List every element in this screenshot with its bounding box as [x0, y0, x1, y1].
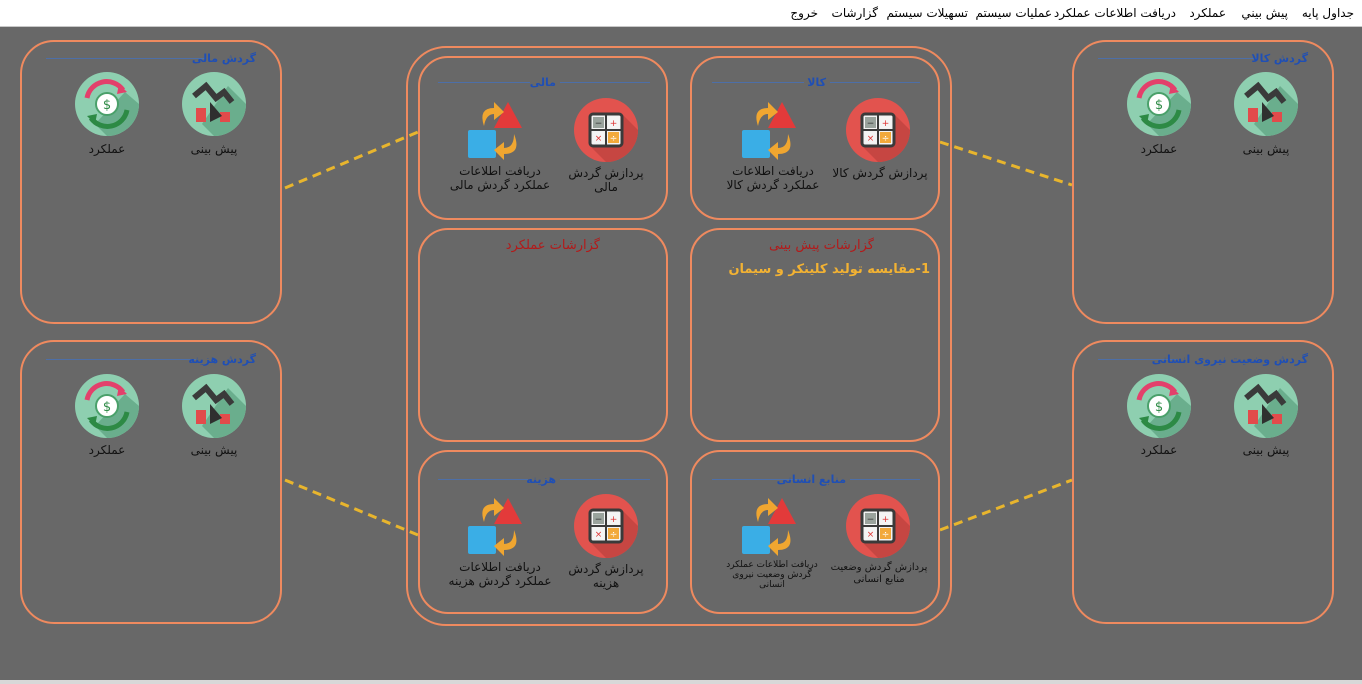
title-divider	[830, 82, 920, 83]
panel-title: کالا	[807, 76, 826, 89]
title-divider	[1098, 58, 1258, 59]
status-strip	[0, 680, 1362, 684]
calculator-icon[interactable]	[574, 98, 638, 162]
performance-icon[interactable]	[1127, 72, 1191, 136]
forecast-label[interactable]: پیش بینی	[164, 443, 264, 457]
title-divider	[560, 82, 650, 83]
receive-manpower-label[interactable]: دریافت اطلاعات عملکرد گردش وضعیت نیروی ا…	[722, 560, 822, 590]
forecast-icon[interactable]	[1234, 374, 1298, 438]
panel-title: گردش مالی	[191, 52, 256, 65]
title-divider	[712, 82, 804, 83]
title-divider	[438, 82, 530, 83]
performance-label[interactable]: عملکرد	[1109, 443, 1209, 457]
panel-title: گردش هزینه	[188, 353, 256, 366]
calculator-icon[interactable]	[574, 494, 638, 558]
receive-cost-label[interactable]: دریافت اطلاعات عملکرد گردش هزینه	[440, 560, 560, 588]
calculator-icon[interactable]	[846, 494, 910, 558]
title-divider	[46, 58, 206, 59]
forecast-label[interactable]: پیش بینی	[164, 142, 264, 156]
receive-financial-label[interactable]: دریافت اطلاعات عملکرد گردش مالی	[440, 164, 560, 192]
process-goods-label[interactable]: پردازش گردش کالا	[828, 166, 932, 180]
performance-reports-panel	[418, 228, 668, 442]
calculator-icon[interactable]	[846, 98, 910, 162]
receive-data-icon[interactable]	[738, 98, 808, 162]
forecast-icon[interactable]	[182, 374, 246, 438]
process-manpower-label[interactable]: پردازش گردش وضعیت منابع انسانی	[826, 562, 932, 586]
performance-label[interactable]: عملکرد	[57, 443, 157, 457]
process-financial-label[interactable]: پردازش گردش مالی	[556, 166, 656, 194]
forecast-reports-title: گزارشات پیش بینی	[768, 238, 874, 253]
receive-data-icon[interactable]	[464, 494, 534, 558]
connector-cost	[284, 478, 419, 537]
forecast-label[interactable]: پیش بینی	[1216, 142, 1316, 156]
panel-title: هزینه	[526, 473, 556, 486]
title-divider	[438, 479, 528, 480]
report-link-clinker-cement[interactable]: 1-مقایسه تولید کلینکر و سیمان	[728, 262, 930, 277]
title-divider	[46, 359, 196, 360]
connector-goods	[939, 140, 1073, 187]
receive-data-icon[interactable]	[738, 494, 808, 558]
title-divider	[850, 479, 920, 480]
panel-title: منابع انسانی	[776, 473, 846, 486]
performance-icon[interactable]	[75, 72, 139, 136]
panel-title: گردش وضعیت نیروی انسانی	[1151, 353, 1308, 366]
performance-reports-title: گزارشات عملکرد	[505, 238, 600, 253]
panel-title: گردش کالا	[1251, 52, 1308, 65]
performance-icon[interactable]	[1127, 374, 1191, 438]
performance-icon[interactable]	[75, 374, 139, 438]
forecast-icon[interactable]	[182, 72, 246, 136]
receive-data-icon[interactable]	[464, 98, 534, 162]
performance-label[interactable]: عملکرد	[57, 142, 157, 156]
performance-label[interactable]: عملکرد	[1109, 142, 1209, 156]
connector-manpower	[939, 478, 1073, 532]
forecast-label[interactable]: پیش بینی	[1216, 443, 1316, 457]
panel-title: مالی	[529, 76, 556, 89]
forecast-reports-panel	[690, 228, 940, 442]
process-cost-label[interactable]: پردازش گردش هزینه	[556, 562, 656, 590]
forecast-icon[interactable]	[1234, 72, 1298, 136]
receive-goods-label[interactable]: دریافت اطلاعات عملکرد گردش کالا	[716, 164, 830, 192]
connector-financial	[284, 130, 419, 190]
title-divider	[560, 479, 650, 480]
